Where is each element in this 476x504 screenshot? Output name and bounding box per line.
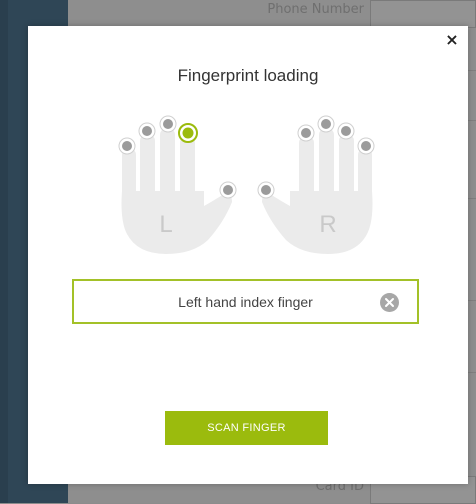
fingerprint-dialog: × Fingerprint loading L R Left hand inde… <box>28 26 468 484</box>
selected-finger-text: Left hand index finger <box>178 294 313 310</box>
right-little-finger-dot[interactable] <box>357 137 375 155</box>
hands-illustration: L R <box>118 115 375 254</box>
left-ring-finger-dot[interactable] <box>138 122 156 140</box>
right-index-finger-dot[interactable] <box>297 124 315 142</box>
scan-finger-button[interactable]: SCAN FINGER <box>165 411 328 445</box>
left-index-finger-dot[interactable] <box>178 123 198 143</box>
right-ring-finger-dot[interactable] <box>337 122 355 140</box>
right-hand-letter: R <box>319 211 336 238</box>
right-middle-finger-dot[interactable] <box>317 115 335 133</box>
right-hand: R <box>262 128 373 254</box>
left-hand-letter: L <box>159 211 172 238</box>
clear-icon[interactable] <box>380 293 399 312</box>
phone-number-label: Phone Number <box>267 2 364 17</box>
selected-finger-field[interactable]: Left hand index finger <box>72 279 419 324</box>
left-thumb-dot[interactable] <box>219 181 237 199</box>
left-little-finger-dot[interactable] <box>118 137 136 155</box>
right-thumb-dot[interactable] <box>257 181 275 199</box>
phone-number-field <box>370 0 476 28</box>
left-hand: L <box>121 128 232 254</box>
left-middle-finger-dot[interactable] <box>159 115 177 133</box>
